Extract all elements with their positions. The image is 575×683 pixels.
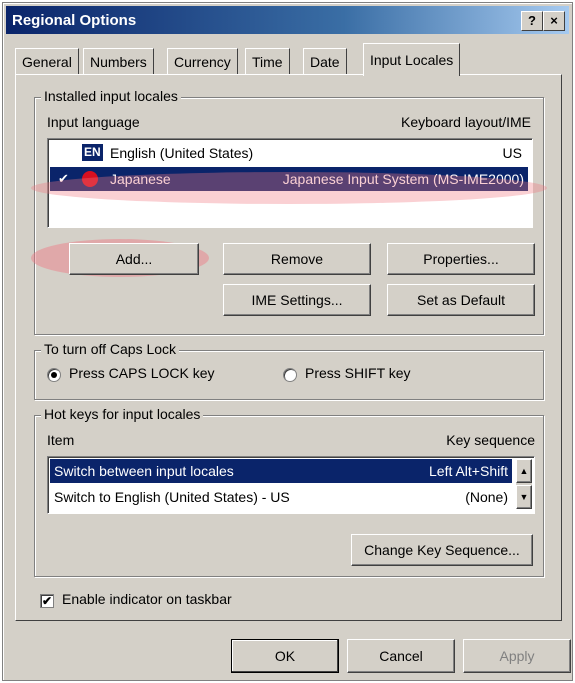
- tab-currency[interactable]: Currency: [167, 48, 238, 76]
- scroll-up-icon[interactable]: ▲: [516, 459, 532, 483]
- caps-lock-key-radio[interactable]: [47, 368, 61, 382]
- col-input-language: Input language: [47, 114, 140, 130]
- properties-button[interactable]: Properties...: [387, 243, 535, 275]
- title-bar[interactable]: Regional Options ? ×: [6, 6, 569, 34]
- hotkey-item: Switch between input locales: [54, 463, 234, 479]
- japanese-highlight: [31, 172, 547, 204]
- hotkeys-group: Hot keys for input locales Item Key sequ…: [34, 406, 544, 577]
- ok-button[interactable]: OK: [231, 639, 339, 673]
- help-button[interactable]: ?: [521, 11, 543, 31]
- shift-key-label[interactable]: Press SHIFT key: [305, 365, 411, 381]
- list-item[interactable]: Switch to English (United States) - US (…: [50, 485, 512, 509]
- en-language-icon: EN: [82, 144, 103, 161]
- hotkey-sequence: Left Alt+Shift: [429, 463, 508, 479]
- cancel-button[interactable]: Cancel: [347, 639, 455, 673]
- tab-input-locales[interactable]: Input Locales: [363, 43, 461, 76]
- caps-lock-group: To turn off Caps Lock Press CAPS LOCK ke…: [34, 341, 544, 400]
- installed-locales-legend: Installed input locales: [41, 88, 181, 104]
- caps-lock-legend: To turn off Caps Lock: [41, 341, 180, 357]
- regional-options-window: Regional Options ? × General Numbers Cur…: [2, 2, 573, 681]
- hotkey-item: Switch to English (United States) - US: [54, 489, 290, 505]
- window-title: Regional Options: [12, 12, 137, 29]
- tab-time[interactable]: Time: [245, 48, 290, 76]
- scroll-down-icon[interactable]: ▼: [516, 485, 532, 509]
- caps-lock-key-label[interactable]: Press CAPS LOCK key: [69, 365, 215, 381]
- hotkey-sequence: (None): [465, 489, 508, 505]
- remove-button[interactable]: Remove: [223, 243, 371, 275]
- scrollbar[interactable]: ▲ ▼: [516, 459, 532, 509]
- installed-locales-group: Installed input locales Input language K…: [31, 88, 544, 335]
- tab-panel: Installed input locales Input language K…: [15, 74, 562, 621]
- apply-button[interactable]: Apply: [463, 639, 571, 673]
- locale-language: English (United States): [110, 145, 254, 161]
- add-button[interactable]: Add...: [69, 243, 199, 275]
- change-key-sequence-button[interactable]: Change Key Sequence...: [351, 534, 533, 566]
- close-button[interactable]: ×: [543, 11, 565, 31]
- list-item[interactable]: EN English (United States) US: [50, 141, 528, 165]
- tab-general[interactable]: General: [15, 48, 79, 76]
- ime-settings-button[interactable]: IME Settings...: [223, 284, 371, 316]
- hotkeys-legend: Hot keys for input locales: [41, 406, 204, 422]
- tab-numbers[interactable]: Numbers: [83, 48, 154, 76]
- locale-layout: US: [502, 145, 522, 161]
- shift-key-radio[interactable]: [283, 368, 297, 382]
- col-keyboard-layout: Keyboard layout/IME: [401, 114, 531, 130]
- hotkeys-list[interactable]: Switch between input locales Left Alt+Sh…: [47, 456, 535, 514]
- set-as-default-button[interactable]: Set as Default: [387, 284, 535, 316]
- enable-indicator-label[interactable]: Enable indicator on taskbar: [62, 591, 232, 607]
- list-item[interactable]: Switch between input locales Left Alt+Sh…: [50, 459, 512, 483]
- tab-date[interactable]: Date: [303, 48, 347, 76]
- col-item: Item: [47, 432, 75, 448]
- enable-indicator-checkbox[interactable]: ✔: [40, 594, 54, 608]
- col-key-sequence: Key sequence: [446, 432, 535, 448]
